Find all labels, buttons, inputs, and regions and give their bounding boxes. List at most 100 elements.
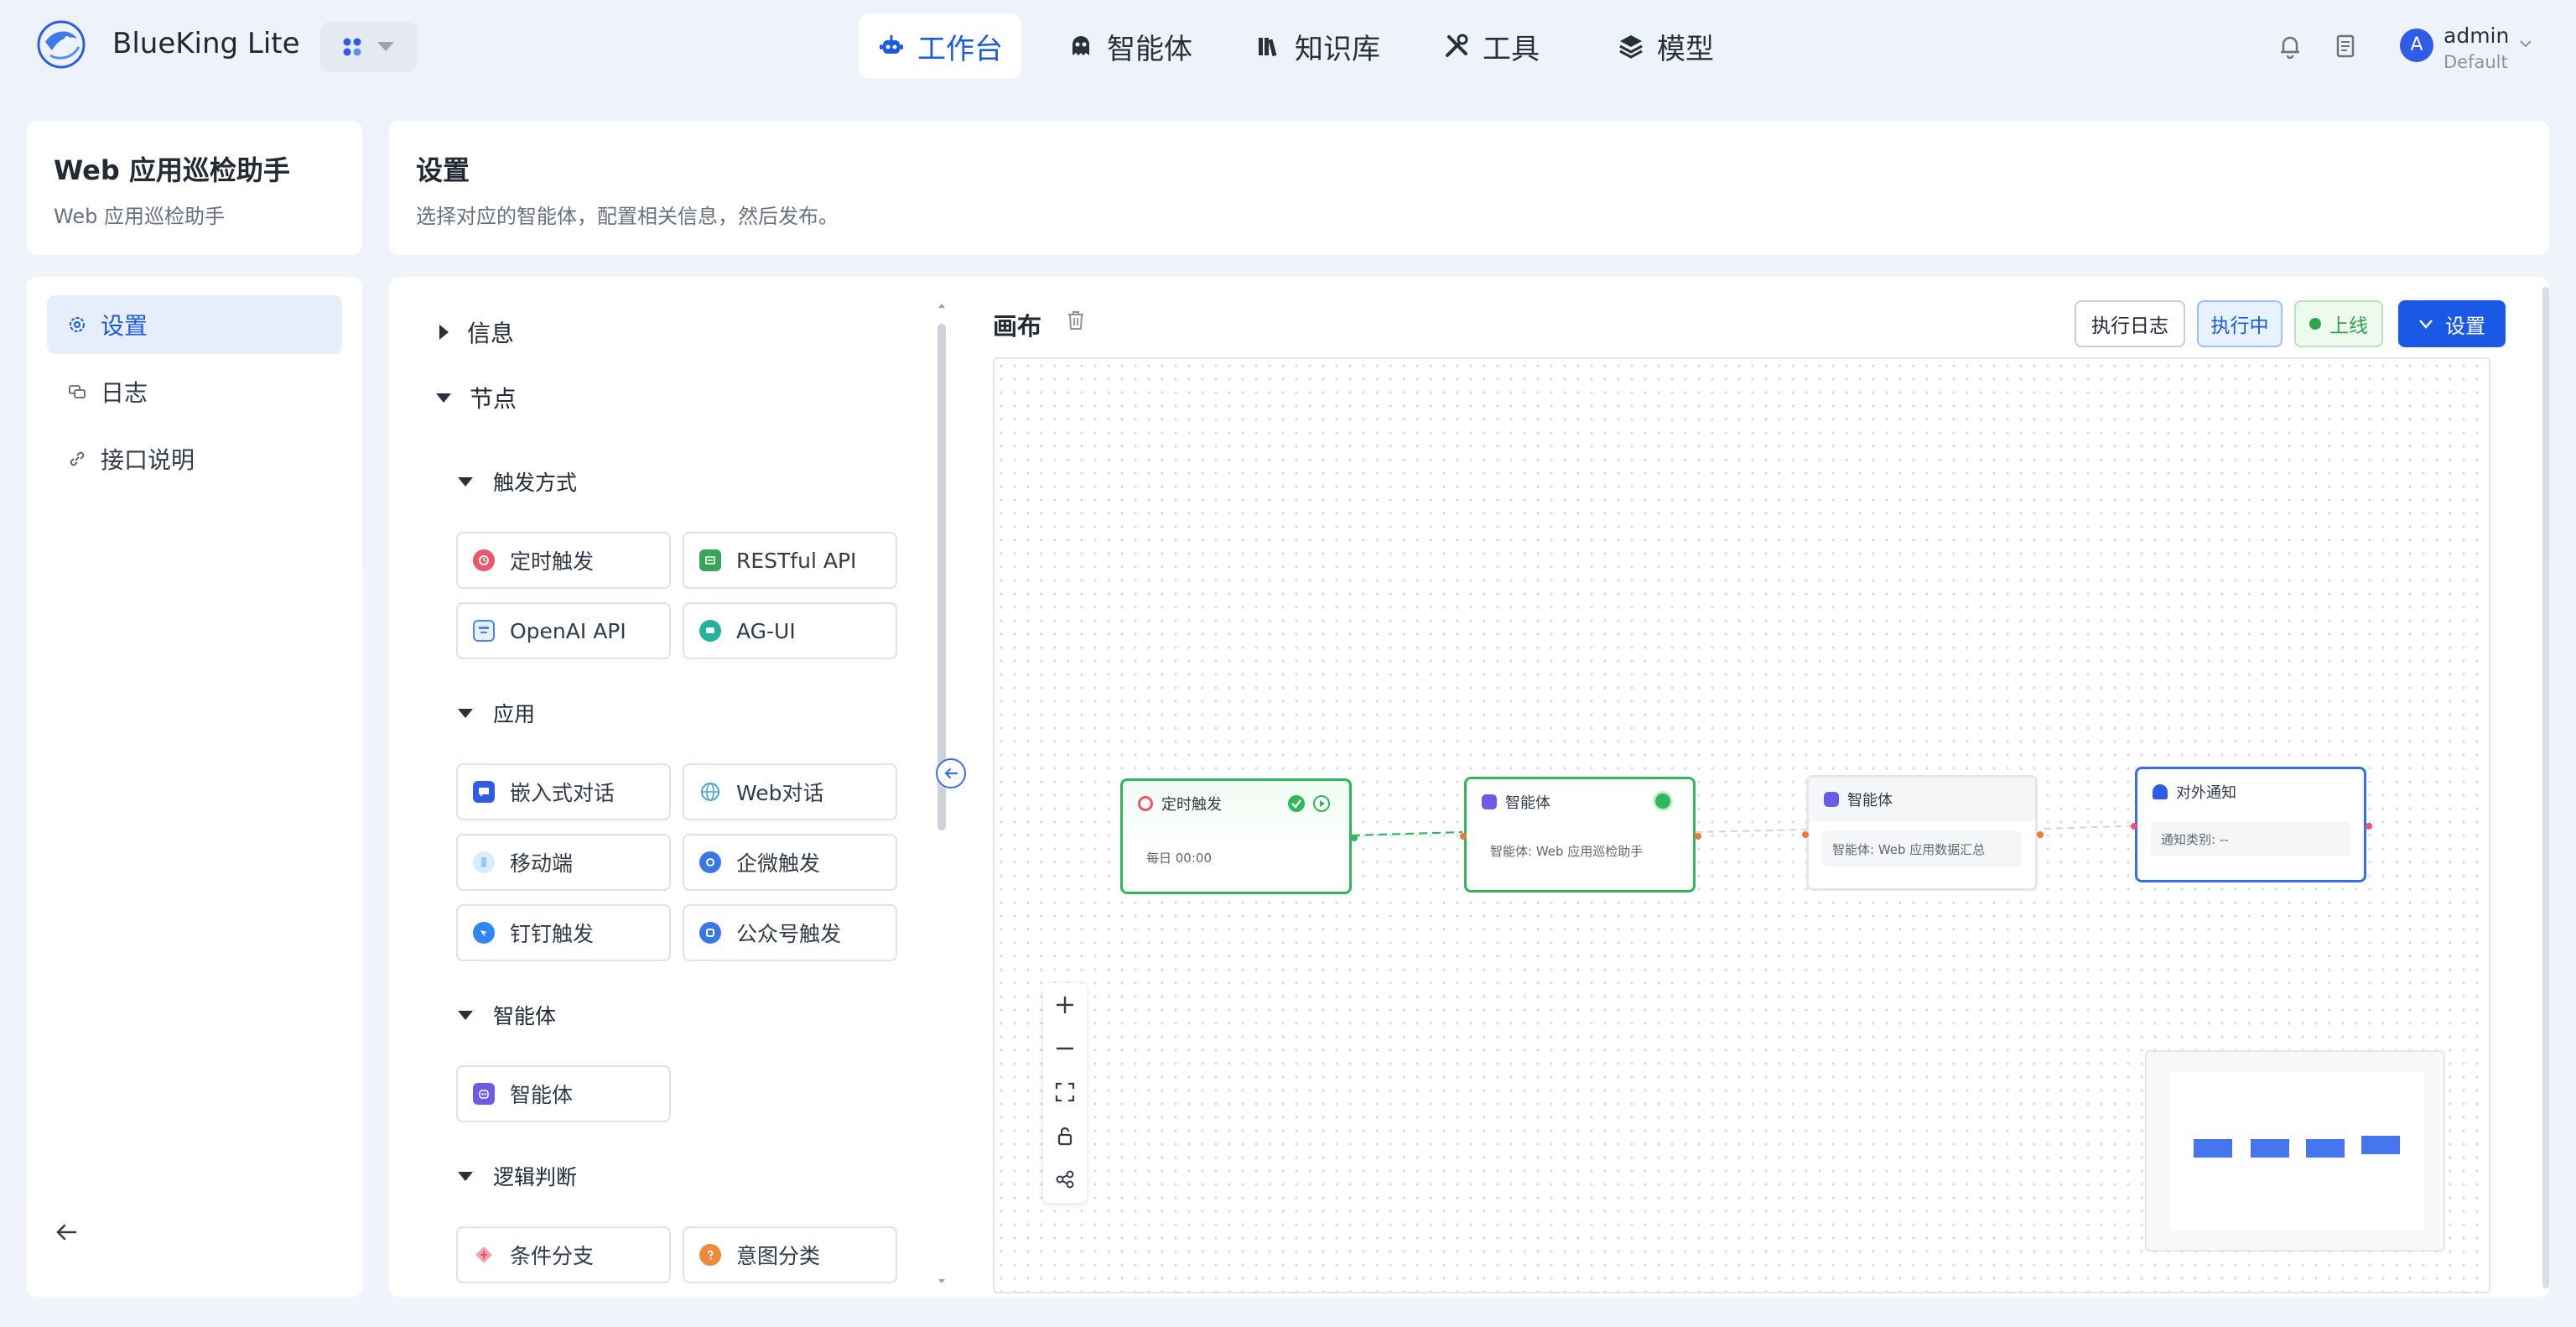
caret-down-icon bbox=[458, 1010, 473, 1020]
auto-layout-button[interactable] bbox=[1043, 1158, 1087, 1201]
group-agent[interactable]: 智能体 bbox=[458, 1000, 556, 1030]
input-port[interactable] bbox=[2131, 823, 2137, 830]
trash-icon[interactable] bbox=[1063, 307, 1088, 332]
arrow-left-icon[interactable] bbox=[52, 1218, 80, 1246]
nav-workbench[interactable]: 工作台 bbox=[859, 13, 1021, 79]
workflow-canvas[interactable]: 定时触发 每日 00:00 智能体 智能体: Web 应用巡检助手 智能体 智能… bbox=[993, 357, 2490, 1293]
layers-icon bbox=[1619, 35, 1643, 59]
flow-node-notification[interactable]: 对外通知 通知类别: -- bbox=[2131, 767, 2372, 882]
official-account-icon bbox=[699, 922, 721, 944]
nav-label: 工作台 bbox=[917, 32, 1003, 66]
app-subtitle: Web 应用巡检助手 bbox=[54, 205, 225, 228]
arrow-left-icon bbox=[944, 768, 958, 779]
document-icon[interactable] bbox=[2331, 32, 2360, 60]
node-timer-trigger[interactable]: 定时触发 bbox=[456, 532, 671, 589]
main-scrollbar[interactable] bbox=[2542, 287, 2549, 1288]
node-palette: 信息 节点 触发方式 定时触发 RESTful API OpenAI API A… bbox=[389, 277, 946, 1297]
nav-label: 工具 bbox=[1483, 32, 1540, 66]
chevron-down-icon[interactable] bbox=[2519, 37, 2532, 50]
tools-icon bbox=[1446, 34, 1468, 57]
minimap[interactable] bbox=[2145, 1050, 2445, 1252]
fit-view-button[interactable] bbox=[1043, 1070, 1087, 1114]
nav-knowledge[interactable]: 知识库 bbox=[1236, 13, 1399, 79]
group-application[interactable]: 应用 bbox=[458, 698, 535, 728]
chat-log-icon bbox=[69, 385, 86, 398]
app-info-card: Web 应用巡检助手 Web 应用巡检助手 bbox=[27, 121, 362, 255]
section-info[interactable]: 信息 bbox=[439, 315, 514, 349]
user-name[interactable]: admin bbox=[2444, 23, 2509, 48]
node-web-chat[interactable]: Web对话 bbox=[683, 763, 897, 820]
share-nodes-icon bbox=[1056, 1170, 1074, 1189]
flow-node-body: 智能体: Web 应用数据汇总 bbox=[1822, 831, 2022, 866]
avatar[interactable]: A bbox=[2400, 29, 2433, 62]
group-label: 逻辑判断 bbox=[493, 1165, 578, 1189]
zoom-in-button[interactable] bbox=[1043, 983, 1087, 1027]
collapse-palette-button[interactable] bbox=[936, 758, 966, 788]
group-logic[interactable]: 逻辑判断 bbox=[458, 1161, 577, 1191]
sidebar-item-settings[interactable]: 设置 bbox=[47, 295, 342, 354]
api-icon bbox=[699, 549, 721, 571]
nav-tools[interactable]: 工具 bbox=[1424, 13, 1558, 79]
lock-button[interactable] bbox=[1043, 1114, 1087, 1158]
play-icon[interactable] bbox=[1312, 794, 1331, 813]
status-badge-online: 上线 bbox=[2294, 300, 2383, 347]
node-dingtalk-trigger[interactable]: 钉钉触发 bbox=[456, 904, 671, 961]
page-title: 设置 bbox=[416, 154, 470, 186]
node-embedded-chat[interactable]: 嵌入式对话 bbox=[456, 763, 671, 820]
flow-node-timer[interactable]: 定时触发 每日 00:00 bbox=[1120, 778, 1358, 894]
bell-icon[interactable] bbox=[2276, 32, 2304, 60]
intent-icon bbox=[699, 1244, 721, 1266]
nav-label: 模型 bbox=[1657, 32, 1714, 66]
settings-label: 设置 bbox=[2445, 314, 2485, 338]
user-space: Default bbox=[2444, 52, 2508, 72]
plus-icon bbox=[1057, 997, 1073, 1013]
flow-node-agent-summary[interactable]: 智能体 智能体: Web 应用数据汇总 bbox=[1802, 775, 2044, 891]
scroll-down-icon[interactable] bbox=[937, 1277, 946, 1285]
library-icon bbox=[1259, 38, 1277, 57]
node-condition-branch[interactable]: 条件分支 bbox=[456, 1226, 671, 1283]
node-agent[interactable]: 智能体 bbox=[456, 1065, 671, 1122]
execution-log-button[interactable]: 执行日志 bbox=[2075, 300, 2185, 347]
link-icon bbox=[70, 451, 85, 466]
node-wecom-trigger[interactable]: 企微触发 bbox=[683, 834, 897, 891]
sidebar-item-label: 设置 bbox=[101, 312, 148, 340]
input-port[interactable] bbox=[1460, 833, 1467, 840]
nav-agents[interactable]: 智能体 bbox=[1048, 13, 1211, 79]
sidebar-item-logs[interactable]: 日志 bbox=[47, 362, 342, 421]
flow-node-header: 智能体 bbox=[1809, 778, 2035, 821]
minimap-node bbox=[2361, 1136, 2400, 1154]
palette-scroll-thumb[interactable] bbox=[937, 324, 946, 830]
flow-node-agent-inspection[interactable]: 智能体 智能体: Web 应用巡检助手 bbox=[1460, 777, 1701, 892]
input-port[interactable] bbox=[1802, 831, 1809, 838]
node-restful-api[interactable]: RESTful API bbox=[683, 532, 897, 589]
brand-name: BlueKing Lite bbox=[112, 27, 300, 60]
node-ag-ui[interactable]: AG-UI bbox=[683, 602, 897, 659]
zoom-out-button[interactable] bbox=[1043, 1027, 1087, 1070]
section-nodes[interactable]: 节点 bbox=[436, 381, 517, 414]
output-port[interactable] bbox=[2366, 823, 2372, 830]
app-switcher[interactable] bbox=[320, 22, 418, 72]
robot-icon bbox=[880, 35, 903, 54]
output-port[interactable] bbox=[1351, 835, 1358, 841]
nav-label: 智能体 bbox=[1107, 32, 1192, 66]
node-mobile[interactable]: 移动端 bbox=[456, 834, 671, 891]
node-official-account-trigger[interactable]: 公众号触发 bbox=[683, 904, 897, 961]
node-label: 嵌入式对话 bbox=[510, 781, 615, 805]
edge-1 bbox=[1351, 830, 1463, 837]
node-label: 定时触发 bbox=[510, 549, 595, 574]
node-openai-api[interactable]: OpenAI API bbox=[456, 602, 671, 659]
scroll-up-icon[interactable] bbox=[937, 302, 946, 310]
blueking-logo[interactable] bbox=[34, 17, 89, 72]
nav-models[interactable]: 模型 bbox=[1598, 13, 1732, 79]
output-port[interactable] bbox=[1695, 833, 1701, 840]
top-bar: BlueKing Lite 工作台 智能体 知识库 工具 模型 A admin … bbox=[0, 0, 2576, 94]
group-trigger[interactable]: 触发方式 bbox=[458, 466, 577, 497]
flow-node-title: 智能体 bbox=[1847, 792, 1893, 809]
agent-icon bbox=[1482, 794, 1497, 809]
output-port[interactable] bbox=[2037, 831, 2044, 838]
settings-button[interactable]: 设置 bbox=[2398, 300, 2506, 347]
flow-node-title: 定时触发 bbox=[1161, 796, 1222, 814]
sidebar-item-api-docs[interactable]: 接口说明 bbox=[47, 429, 342, 488]
node-intent-classification[interactable]: 意图分类 bbox=[683, 1226, 897, 1283]
node-label: 企微触发 bbox=[736, 851, 821, 876]
